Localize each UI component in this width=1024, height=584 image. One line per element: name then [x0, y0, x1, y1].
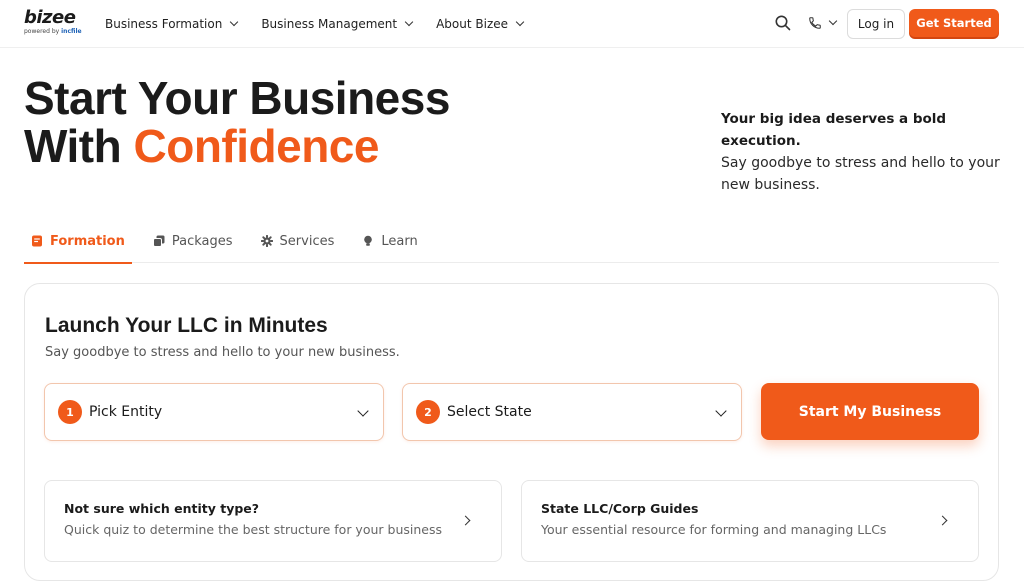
hero-title: Start Your Business With Confidence [24, 72, 450, 172]
site-header: bizee powered by incfile Business Format… [0, 0, 1024, 48]
pick-entity-label: Pick Entity [89, 404, 163, 420]
card-title: Launch Your LLC in Minutes [45, 314, 328, 337]
hero-description-bold: Your big idea deserves a bold execution. [721, 111, 947, 149]
stack-icon [152, 235, 165, 247]
nav-business-management[interactable]: Business Management [261, 17, 414, 31]
tab-formation[interactable]: Formation [24, 219, 132, 264]
card-subtitle: Say goodbye to stress and hello to your … [45, 345, 400, 360]
main-nav: Business Formation Business Management A… [105, 0, 547, 48]
lightbulb-icon [362, 235, 374, 247]
info-card-description: Quick quiz to determine the best structu… [64, 522, 442, 537]
get-started-button[interactable]: Get Started [909, 9, 999, 37]
gear-icon [260, 234, 273, 248]
tab-learn[interactable]: Learn [355, 219, 424, 263]
select-state-label: Select State [447, 404, 532, 420]
chevron-down-icon [515, 17, 525, 27]
start-my-business-button[interactable]: Start My Business [761, 383, 979, 440]
chevron-down-icon [230, 17, 239, 27]
hero-description: Your big idea deserves a bold execution.… [721, 108, 1011, 196]
chevron-down-icon [828, 16, 838, 26]
chevron-down-icon [357, 405, 369, 417]
logo-tagline: powered by incfile [24, 28, 82, 35]
logo-wordmark: bizee [24, 7, 76, 28]
step-number-badge: 1 [58, 400, 82, 424]
bizee-logo[interactable]: bizee powered by incfile [24, 9, 84, 39]
entity-quiz-link[interactable]: Not sure which entity type? Quick quiz t… [44, 480, 502, 562]
nav-business-formation[interactable]: Business Formation [105, 17, 239, 31]
section-tabs: Formation Packages Services Learn [24, 219, 999, 264]
pick-entity-select[interactable]: 1 Pick Entity [44, 383, 384, 441]
chevron-down-icon [715, 405, 727, 417]
select-state-select[interactable]: 2 Select State [402, 383, 742, 441]
state-guides-link[interactable]: State LLC/Corp Guides Your essential res… [521, 480, 979, 562]
step-number-badge: 2 [416, 400, 440, 424]
nav-about-bizee[interactable]: About Bizee [436, 17, 525, 31]
llc-launch-card: Launch Your LLC in Minutes Say goodbye t… [24, 283, 999, 581]
tab-packages[interactable]: Packages [146, 219, 240, 263]
phone-menu-button[interactable] [808, 14, 838, 32]
document-icon [31, 235, 43, 247]
chevron-down-icon [404, 17, 414, 27]
info-card-title: Not sure which entity type? [64, 501, 260, 516]
phone-icon [809, 17, 821, 29]
hero-description-text: Say goodbye to stress and hello to your … [721, 155, 1000, 193]
info-card-description: Your essential resource for forming and … [541, 522, 887, 537]
search-icon[interactable] [774, 14, 792, 32]
info-card-title: State LLC/Corp Guides [541, 501, 699, 516]
tab-services[interactable]: Services [254, 219, 342, 263]
hero-title-accent: Confidence [133, 120, 380, 172]
login-button[interactable]: Log in [847, 9, 905, 39]
